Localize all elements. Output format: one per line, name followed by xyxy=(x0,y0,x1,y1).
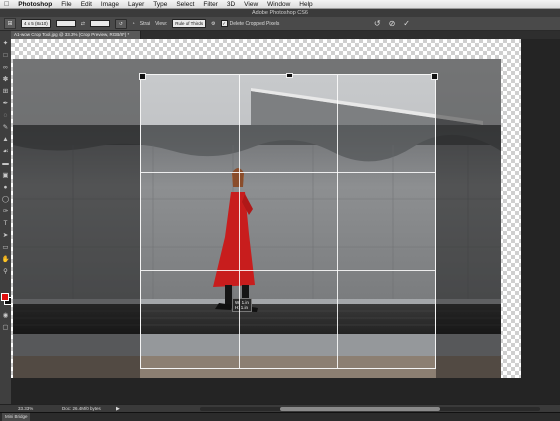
menu-bar:  Photoshop File Edit Image Layer Type S… xyxy=(0,0,560,9)
blur-tool-icon[interactable]: ● xyxy=(1,183,10,192)
menu-edit[interactable]: Edit xyxy=(81,1,92,8)
zoom-tool-icon[interactable]: ⚲ xyxy=(1,267,10,276)
quick-mask-icon[interactable]: ◉ xyxy=(1,311,10,320)
crop-shield-left xyxy=(13,59,140,378)
foreground-color-swatch[interactable] xyxy=(1,293,9,301)
settings-gear-icon[interactable]: ⚙ xyxy=(211,21,215,27)
crop-grid-vertical-1 xyxy=(239,75,240,368)
reset-icon[interactable]: ↺ xyxy=(374,19,381,28)
crop-tool-icon[interactable]: ⊞ xyxy=(1,87,10,96)
menu-help[interactable]: Help xyxy=(299,1,312,8)
crop-box[interactable] xyxy=(139,73,438,369)
hand-tool-icon[interactable]: ✋ xyxy=(1,255,10,264)
view-label: View: xyxy=(155,20,168,27)
move-tool-icon[interactable]: ✦ xyxy=(1,39,10,48)
crop-handle-top-left[interactable] xyxy=(139,73,146,80)
window-title: Adobe Photoshop CS6 xyxy=(0,9,560,17)
menu-layer[interactable]: Layer xyxy=(128,1,144,8)
crop-grid-horizontal-2 xyxy=(141,270,435,271)
straighten-label[interactable]: Strai xyxy=(140,21,150,27)
eyedropper-tool-icon[interactable]: ✒ xyxy=(1,99,10,108)
dodge-tool-icon[interactable]: ◯ xyxy=(1,195,10,204)
clear-button[interactable]: ↺ xyxy=(114,18,127,29)
screen-mode-icon[interactable]: ▢ xyxy=(1,323,10,332)
crop-grid-vertical-2 xyxy=(337,75,338,368)
gradient-tool-icon[interactable]: ▣ xyxy=(1,171,10,180)
shape-tool-icon[interactable]: ▭ xyxy=(1,243,10,252)
menu-3d[interactable]: 3D xyxy=(227,1,235,8)
pen-tool-icon[interactable]: ✑ xyxy=(1,207,10,216)
menu-file[interactable]: File xyxy=(61,1,71,8)
lasso-tool-icon[interactable]: ∞ xyxy=(1,63,10,72)
menu-select[interactable]: Select xyxy=(176,1,194,8)
crop-handle-top[interactable] xyxy=(286,73,293,78)
menu-window[interactable]: Window xyxy=(267,1,290,8)
cancel-icon[interactable]: ⊘ xyxy=(389,19,396,28)
document-tab[interactable]: A1-wow Crop Tool.jpg @ 33.3% (Crop Previ… xyxy=(11,31,141,39)
document-tabs: A1-wow Crop Tool.jpg @ 33.3% (Crop Previ… xyxy=(11,31,560,39)
checkbox-box[interactable]: ✓ xyxy=(220,20,228,27)
menu-image[interactable]: Image xyxy=(101,1,119,8)
commit-check-icon[interactable]: ✓ xyxy=(403,19,410,28)
menu-type[interactable]: Type xyxy=(153,1,167,8)
width-field[interactable] xyxy=(55,20,76,27)
straighten-icon[interactable]: ◔ xyxy=(132,21,135,27)
view-select[interactable]: Rule of Thirds xyxy=(172,19,207,28)
clone-stamp-tool-icon[interactable]: ▲ xyxy=(1,135,10,144)
brush-tool-icon[interactable]: ✎ xyxy=(1,123,10,132)
crop-shield-top xyxy=(140,59,436,74)
menu-filter[interactable]: Filter xyxy=(203,1,217,8)
menu-view[interactable]: View xyxy=(244,1,258,8)
crop-shield-right xyxy=(436,59,501,378)
crop-grid-horizontal-1 xyxy=(141,172,435,173)
delete-cropped-checkbox[interactable]: ✓ Delete Cropped Pixels xyxy=(220,20,280,27)
swap-icon[interactable]: ⇄ xyxy=(81,21,85,27)
type-tool-icon[interactable]: T xyxy=(1,219,10,228)
scrollbar-thumb[interactable] xyxy=(280,407,440,411)
horizontal-scrollbar[interactable] xyxy=(200,407,540,411)
healing-brush-tool-icon[interactable]: ◌ xyxy=(1,111,10,120)
crop-handle-top-right[interactable] xyxy=(431,73,438,80)
apple-icon[interactable]:  xyxy=(4,1,9,8)
app-menu[interactable]: Photoshop xyxy=(18,1,52,8)
commit-controls: ↺ ⊘ ✓ xyxy=(374,19,410,28)
history-brush-tool-icon[interactable]: ☙ xyxy=(1,147,10,156)
delete-cropped-label: Delete Cropped Pixels xyxy=(229,20,280,27)
eraser-tool-icon[interactable]: ▬ xyxy=(1,159,10,168)
ratio-select[interactable]: 4 x 5 (8x10) xyxy=(21,19,51,28)
path-selection-tool-icon[interactable]: ➤ xyxy=(1,231,10,240)
marquee-tool-icon[interactable]: □ xyxy=(1,51,10,60)
height-field[interactable] xyxy=(89,20,110,27)
crop-tool-preset-icon[interactable]: ⊞ xyxy=(4,18,16,29)
options-bar: ⊞ 4 x 5 (8x10) ⇄ ↺ ◔ Strai View: Rule of… xyxy=(0,17,560,31)
quick-select-tool-icon[interactable]: ✽ xyxy=(1,75,10,84)
